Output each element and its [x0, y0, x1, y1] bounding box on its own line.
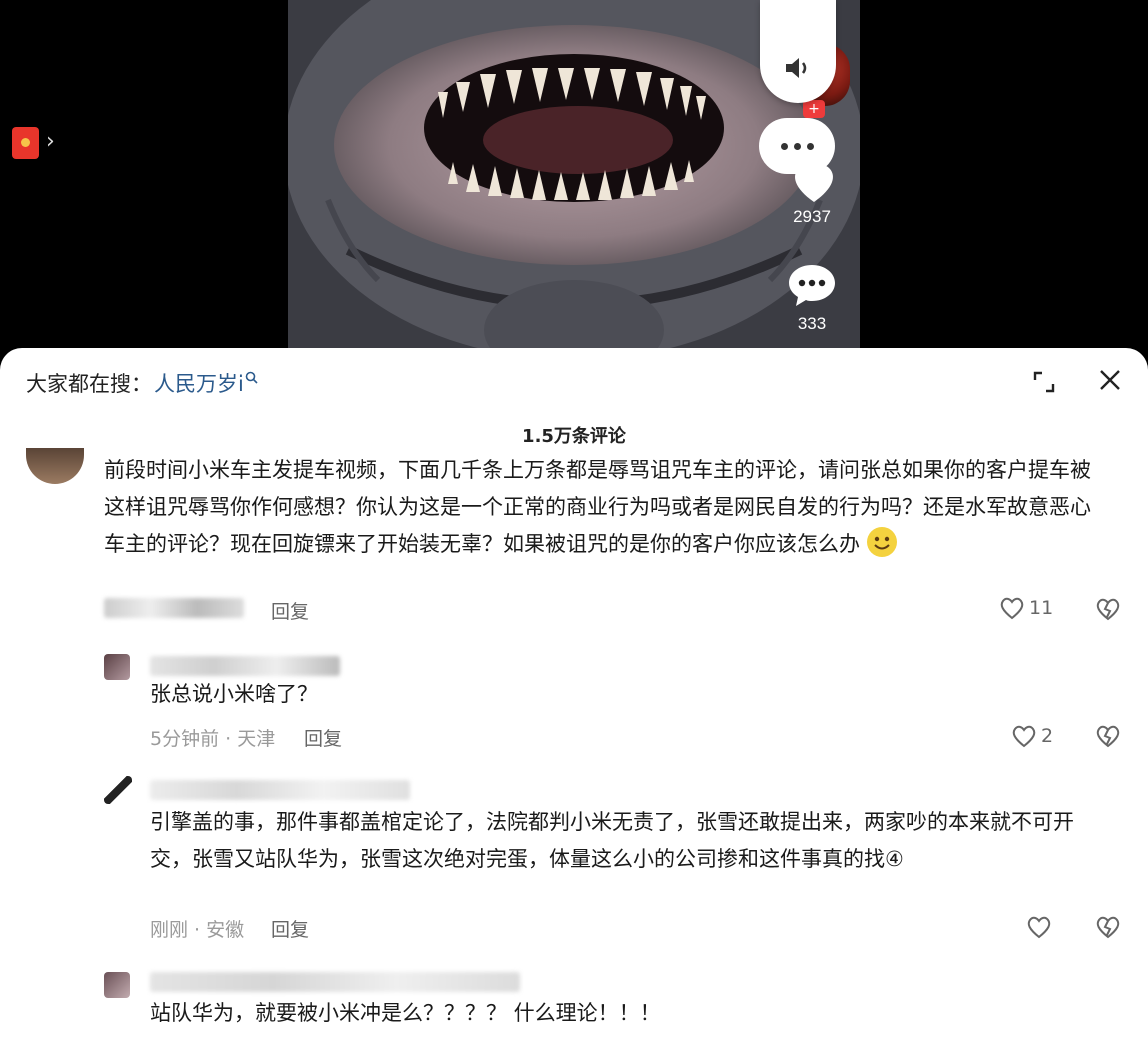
comment-text: 站队华为，就要被小米冲是么？？？？ 什么理论！！！	[150, 1001, 661, 1025]
heart-outline-icon	[1027, 916, 1051, 939]
avatar[interactable]	[104, 776, 132, 804]
avatar[interactable]	[104, 654, 130, 680]
trending-search-prefix: 大家都在搜：	[26, 372, 152, 396]
comment-count-stat: 333	[797, 314, 827, 333]
volume-button[interactable]	[760, 0, 836, 103]
volume-icon	[786, 58, 807, 78]
avatar[interactable]	[26, 448, 84, 484]
like-count: 2937	[793, 207, 831, 226]
close-icon[interactable]	[1098, 368, 1122, 392]
heart-outline-icon	[1000, 597, 1024, 620]
follow-plus-icon[interactable]: +	[803, 100, 825, 118]
like-button[interactable]: 11	[999, 596, 1053, 620]
like-button[interactable]: 2	[1011, 724, 1053, 748]
like-count: 11	[1029, 597, 1054, 619]
trending-search[interactable]: 大家都在搜： 人民万岁i	[26, 368, 258, 398]
trending-search-query[interactable]: 人民万岁i	[154, 368, 244, 398]
heart-icon[interactable]	[790, 160, 838, 204]
comment-text: 前段时间小米车主发提车视频，下面几千条上万条都是辱骂诅咒车主的评论，请问张总如果…	[104, 458, 1091, 557]
red-packet-icon[interactable]	[12, 127, 39, 159]
comment-text: 张总说小米啥了？	[150, 682, 318, 706]
like-count: 2	[1041, 725, 1054, 747]
username-blurred[interactable]	[150, 972, 520, 992]
search-icon	[245, 365, 258, 389]
username-blurred[interactable]	[150, 656, 340, 676]
comment-count-title: 1.5万条评论	[522, 426, 626, 447]
chevron-right-icon[interactable]: ›	[46, 128, 55, 156]
dislike-icon[interactable]	[1095, 915, 1121, 939]
comment-meta: 刚刚 · 安徽	[150, 919, 245, 941]
video-area[interactable]: › + 2937 333	[0, 0, 1148, 350]
heart-outline-icon	[1012, 725, 1036, 748]
reply-button[interactable]: 回复	[304, 724, 342, 751]
comments-panel: 大家都在搜： 人民万岁i 1.5万条评论 前段时间小米车主发提车视频，下面几千条…	[0, 348, 1148, 1040]
comment-icon[interactable]	[787, 262, 837, 308]
comment-text: 引擎盖的事，那件事都盖棺定论了，法院都判小米无责了，张雪还敢提出来，两家吵的本来…	[150, 810, 1074, 871]
more-icon	[780, 142, 788, 150]
reply-button[interactable]: 回复	[271, 915, 309, 942]
username-blurred[interactable]	[104, 598, 244, 618]
avatar[interactable]	[104, 972, 130, 998]
dislike-icon[interactable]	[1095, 724, 1121, 748]
dislike-icon[interactable]	[1095, 597, 1121, 621]
smile-emoji-icon	[866, 527, 897, 557]
comment-meta: 5分钟前 · 天津	[150, 728, 276, 750]
reply-button[interactable]: 回复	[271, 597, 309, 624]
expand-icon[interactable]	[1032, 370, 1056, 394]
like-button[interactable]	[1026, 915, 1056, 939]
username-blurred[interactable]	[150, 780, 410, 800]
